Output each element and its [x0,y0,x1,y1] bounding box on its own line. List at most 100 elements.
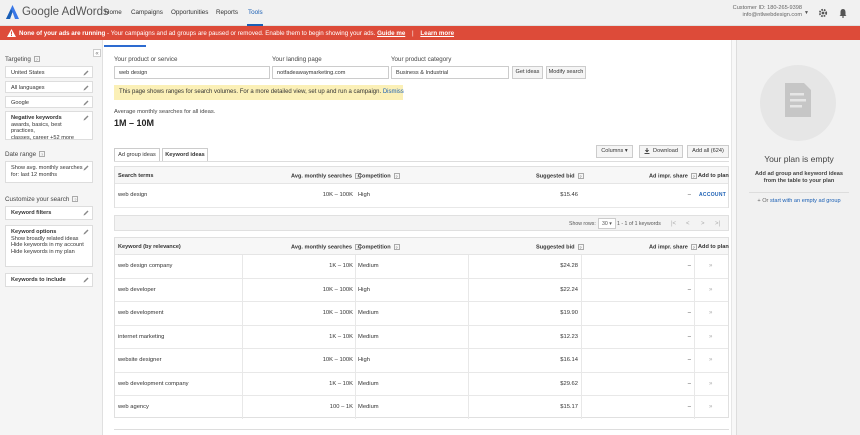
add-to-plan-icon[interactable]: » [709,263,712,269]
gear-icon[interactable] [818,8,828,18]
col-bid-label: Suggested bid [536,244,575,251]
add-to-plan-icon[interactable]: » [709,404,712,410]
product-label: Your product or service [114,56,178,63]
nav-reports[interactable]: Reports [216,9,238,16]
pencil-icon[interactable] [83,165,89,171]
help-icon[interactable]: ? [393,173,400,179]
first-page-icon[interactable]: |< [671,221,676,227]
table-row: web development 10K – 100K Medium $19.90… [115,302,728,326]
help-icon[interactable]: ? [39,151,46,158]
tab-keyword-ideas[interactable]: Keyword ideas [162,148,208,161]
pencil-icon[interactable] [83,277,89,283]
keyword-filters-label: Keyword filters [11,210,52,216]
row-share: – [687,333,691,340]
nav-campaigns[interactable]: Campaigns [131,9,163,16]
show-rows-select[interactable]: 30 ▾ [598,218,616,229]
targeting-network[interactable]: Google [5,96,93,108]
help-icon[interactable]: ? [577,173,584,179]
col-suggested-bid[interactable]: Suggested bid? [536,173,584,179]
col-search-terms[interactable]: Search terms [118,173,153,179]
guide-me-link[interactable]: Guide me [377,30,405,37]
customize-title-text: Customize your search [5,196,70,203]
help-icon[interactable]: ? [690,244,697,250]
add-to-plan-icon[interactable]: » [709,381,712,387]
help-icon[interactable]: ? [690,173,697,179]
nav-home[interactable]: Home [105,9,122,16]
keyword-option-item: Hide keywords in my account [11,242,84,248]
help-icon[interactable]: ? [72,196,79,203]
start-empty-ad-group-link[interactable]: start with an empty ad group [770,198,841,204]
customer-id: Customer ID: 180-265-9398 [732,5,802,11]
col-ad-impr-share[interactable]: Ad impr. share? [649,173,697,179]
help-icon[interactable]: ? [33,56,40,63]
bell-icon[interactable] [838,8,848,18]
download-button[interactable]: Download [639,145,683,158]
help-icon[interactable]: ? [393,244,400,250]
account-caret-icon[interactable]: ▼ [804,10,809,16]
add-to-plan-icon[interactable]: » [709,287,712,293]
negative-keywords[interactable]: Negative keywords awards, basics, best p… [5,111,93,141]
nav-opportunities[interactable]: Opportunities [171,9,208,16]
keyword-option-item: Hide keywords in my plan [11,248,75,255]
date-range-box[interactable]: Show avg. monthly searches for: last 12 … [5,161,93,183]
landing-page-input[interactable]: notfadeawaymarketing.com [272,66,389,79]
plan-divider [749,192,849,193]
row-avg: 10K – 100K [322,192,353,198]
col-keyword[interactable]: Keyword (by relevance) [118,244,181,250]
pencil-icon[interactable] [83,115,89,121]
col-competition[interactable]: Competition? [358,244,400,250]
targeting-language[interactable]: All languages [5,81,93,93]
adwords-logo[interactable]: Google AdWords [6,5,109,20]
pencil-icon[interactable] [83,210,89,216]
keywords-to-include[interactable]: Keywords to include [5,273,93,287]
pencil-icon[interactable] [83,100,89,106]
targeting-location[interactable]: United States [5,66,93,78]
last-page-icon[interactable]: >| [715,221,720,227]
next-page-icon[interactable]: > [701,221,705,227]
col-competition[interactable]: Competition? [358,173,400,179]
landing-page-label: Your landing page [272,56,322,63]
columns-button[interactable]: Columns ▾ [596,145,633,158]
keywords-to-include-label: Keywords to include [11,277,66,283]
customer-info[interactable]: Customer ID: 180-265-9398 info@ntlwebdes… [733,5,802,19]
account-link[interactable]: ACCOUNT [699,192,726,198]
download-icon [644,147,650,154]
pencil-icon[interactable] [83,70,89,76]
targeting-location-label: United States [11,70,45,76]
help-icon[interactable]: ? [577,244,584,250]
left-sidebar: « Targeting? United States All languages… [0,40,103,435]
row-share: – [687,286,691,293]
row-share: – [687,310,691,316]
row-competition: Medium [358,404,379,410]
col-avg-label: Avg. monthly searches [291,244,353,251]
add-to-plan-icon[interactable]: » [709,310,712,316]
row-keyword: web agency [118,404,149,410]
learn-more-link[interactable]: Learn more [420,30,454,37]
col-avg-monthly[interactable]: Avg. monthly searches? [291,244,362,251]
col-avg-monthly[interactable]: Avg. monthly searches? [291,173,362,179]
product-input[interactable]: web design [114,66,270,79]
table-row: website designer 10K – 100K High $16.14 … [115,349,728,373]
modify-search-button[interactable]: Modify search [546,66,586,79]
add-to-plan-icon[interactable]: » [709,357,712,363]
col-suggested-bid[interactable]: Suggested bid? [536,244,584,250]
tab-ad-group-ideas[interactable]: Ad group ideas [114,148,160,161]
customer-email: info@ntlwebdesign.com [742,12,802,18]
get-ideas-button[interactable]: Get ideas [512,66,543,79]
row-avg: 1K – 10K [329,380,353,387]
category-input[interactable]: Business & Industrial [391,66,509,79]
search-terms-table: Search terms Avg. monthly searches? Comp… [114,166,729,208]
add-to-plan-icon[interactable]: » [709,334,712,340]
pencil-icon[interactable] [83,85,89,91]
prev-page-icon[interactable]: < [686,221,690,227]
collapse-sidebar-button[interactable]: « [93,49,101,57]
pencil-icon[interactable] [83,229,89,235]
dismiss-link[interactable]: Dismiss [383,89,404,95]
row-competition: Medium [358,380,379,387]
keyword-options[interactable]: Keyword options Show broadly related ide… [5,225,93,267]
keyword-filters[interactable]: Keyword filters [5,206,93,220]
nav-tools[interactable]: Tools [248,9,263,16]
add-all-button[interactable]: Add all (624) [687,145,729,158]
col-ad-impr-share[interactable]: Ad impr. share? [649,244,697,250]
col-competition-label: Competition [358,244,391,251]
